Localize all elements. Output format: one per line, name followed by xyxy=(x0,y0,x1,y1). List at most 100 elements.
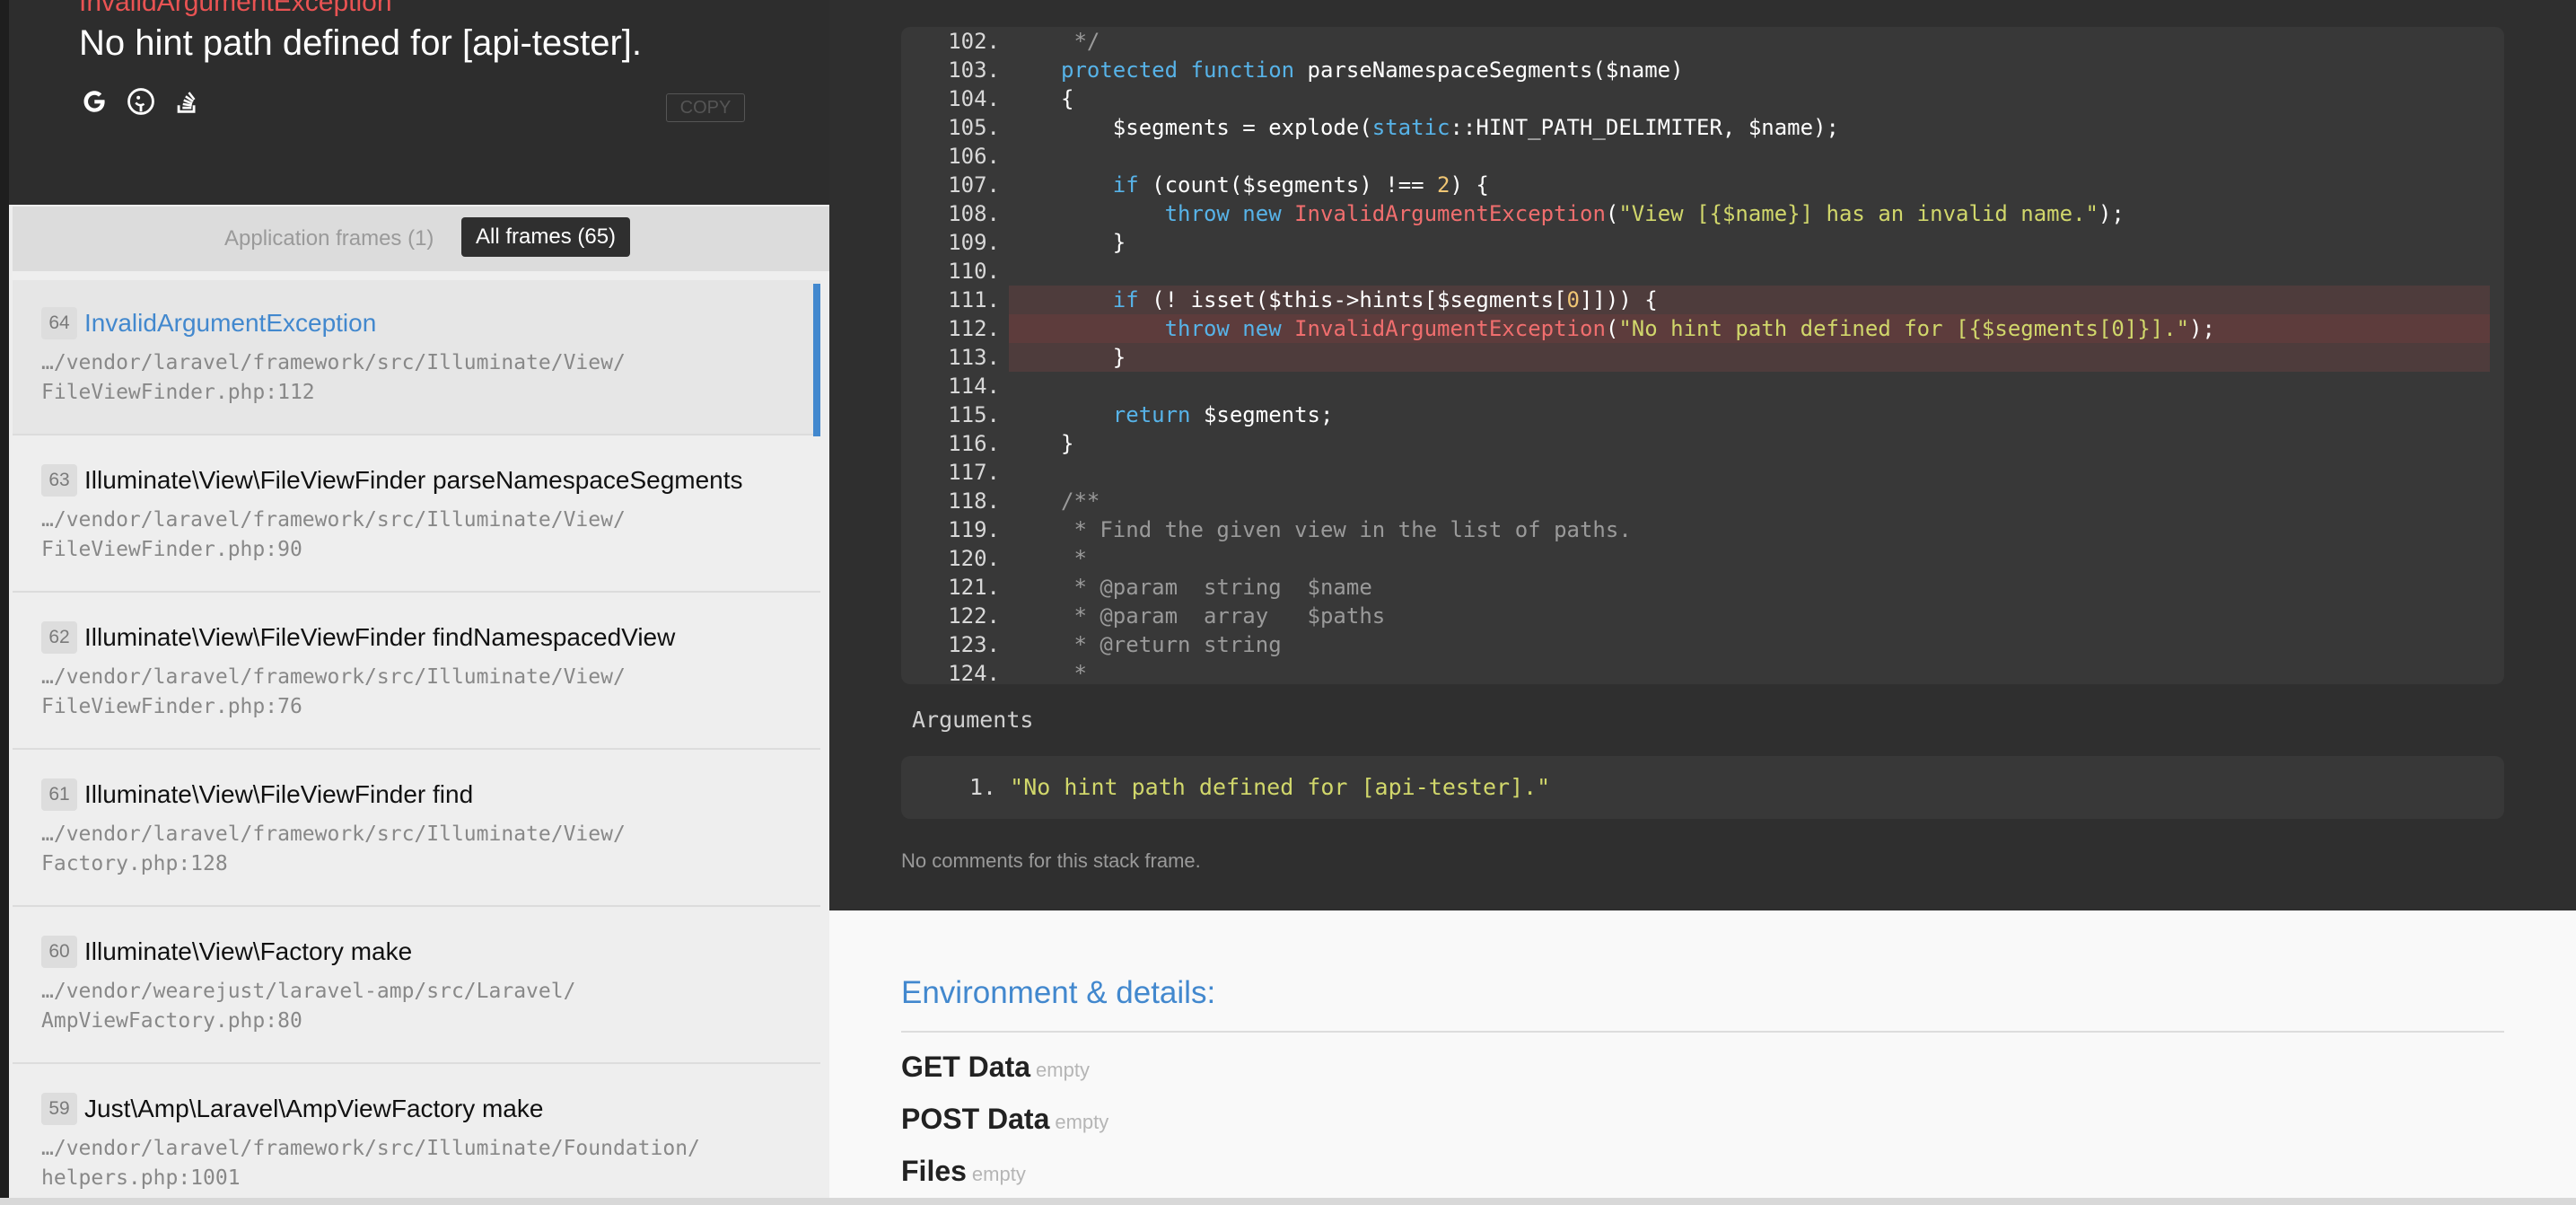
env-row-key: GET Data xyxy=(901,1051,1031,1083)
frame-item[interactable]: 59 Just\Amp\Laravel\AmpViewFactory make … xyxy=(13,1066,820,1205)
frame-index: 61 xyxy=(41,778,77,811)
line-number: 114. xyxy=(948,374,1000,399)
line-code: * @return string xyxy=(1061,632,1282,657)
code-line: 120. * xyxy=(901,544,2504,573)
frame-path: …/vendor/laravel/framework/src/Illuminat… xyxy=(41,822,626,875)
line-code: /** xyxy=(1061,488,1100,514)
frame-index: 64 xyxy=(41,307,77,339)
exception-header: InvalidArgumentException No hint path de… xyxy=(0,0,829,205)
frame-item[interactable]: 60 Illuminate\View\Factory make …/vendor… xyxy=(13,909,820,1064)
line-number: 120. xyxy=(948,546,1000,571)
env-row-key: Files xyxy=(901,1155,967,1187)
code-line: 111. if (! isset($this->hints[$segments[… xyxy=(948,286,2490,314)
line-code: } xyxy=(1061,431,1074,456)
line-number: 112. xyxy=(948,316,1000,341)
line-number: 123. xyxy=(948,632,1000,657)
line-number: 105. xyxy=(948,115,1000,140)
frame-index: 60 xyxy=(41,936,77,968)
env-row-value: empty xyxy=(971,1163,1026,1185)
line-number: 111. xyxy=(948,287,1000,312)
frame-path: …/vendor/laravel/framework/src/Illuminat… xyxy=(41,665,626,718)
code-line: 117. xyxy=(901,458,2504,487)
line-number: 122. xyxy=(948,603,1000,629)
code-line: 106. xyxy=(901,142,2504,171)
frame-index: 62 xyxy=(41,621,77,654)
frame-title: Illuminate\View\FileViewFinder findNames… xyxy=(84,623,676,651)
env-row-value: empty xyxy=(1036,1059,1090,1081)
frame-title: InvalidArgumentException xyxy=(84,309,377,337)
code-line: 119. * Find the given view in the list o… xyxy=(901,515,2504,544)
code-line: 115. return $segments; xyxy=(901,400,2504,429)
frames-panel: InvalidArgumentException No hint path de… xyxy=(0,0,829,1205)
line-number: 108. xyxy=(948,201,1000,226)
exception-message: No hint path defined for [api-tester]. xyxy=(79,23,643,63)
code-line: 105. $segments = explode(static::HINT_PA… xyxy=(901,113,2504,142)
environment-panel xyxy=(829,910,2576,1198)
code-line: 124. * xyxy=(901,659,2504,684)
line-number: 116. xyxy=(948,431,1000,456)
frame-path: …/vendor/laravel/framework/src/Illuminat… xyxy=(41,1137,700,1190)
code-line: 112. throw new InvalidArgumentException(… xyxy=(948,314,2490,343)
google-icon[interactable] xyxy=(79,86,110,117)
frame-title: Just\Amp\Laravel\AmpViewFactory make xyxy=(84,1095,544,1122)
frame-item[interactable]: 64 InvalidArgumentException …/vendor/lar… xyxy=(13,280,820,436)
duckduckgo-icon[interactable] xyxy=(126,86,156,117)
line-number: 118. xyxy=(948,488,1000,514)
frame-item[interactable]: 61 Illuminate\View\FileViewFinder find …… xyxy=(13,752,820,907)
frame-title: Illuminate\View\Factory make xyxy=(84,937,413,965)
line-code: } xyxy=(1061,230,1126,255)
line-number: 104. xyxy=(948,86,1000,111)
frame-path: …/vendor/laravel/framework/src/Illuminat… xyxy=(41,351,626,404)
frame-title: Illuminate\View\FileViewFinder parseName… xyxy=(84,466,743,494)
line-code: $segments = explode(static::HINT_PATH_DE… xyxy=(1061,115,1839,140)
left-edge-strip xyxy=(0,0,9,1205)
frame-path: …/vendor/wearejust/laravel-amp/src/Larav… xyxy=(41,980,576,1033)
code-line: 103. protected function parseNamespaceSeg… xyxy=(901,56,2504,84)
line-number: 106. xyxy=(948,144,1000,169)
argument-item: 1. "No hint path defined for [api-tester… xyxy=(969,772,1550,803)
all-frames-tab[interactable]: All frames (65) xyxy=(461,217,631,257)
line-number: 109. xyxy=(948,230,1000,255)
frame-item[interactable]: 63 Illuminate\View\FileViewFinder parseN… xyxy=(13,437,820,593)
frame-path: …/vendor/laravel/framework/src/Illuminat… xyxy=(41,508,626,561)
line-code: return $segments; xyxy=(1112,402,1334,427)
code-line: 122. * @param array $paths xyxy=(901,602,2504,630)
line-code: if (! isset($this->hints[$segments[0]]))… xyxy=(1112,287,1658,312)
line-code: * xyxy=(1061,546,1087,571)
line-number: 117. xyxy=(948,460,1000,485)
line-code: { xyxy=(1061,86,1074,111)
env-row-files: Files empty xyxy=(901,1155,1026,1188)
code-line: 108. throw new InvalidArgumentException(… xyxy=(901,199,2504,228)
line-number: 124. xyxy=(948,661,1000,684)
code-line: 116.} xyxy=(901,429,2504,458)
window-bottom-edge xyxy=(0,1198,2576,1205)
line-number: 115. xyxy=(948,402,1000,427)
line-code: * @param array $paths xyxy=(1061,603,1386,629)
arguments-label: Arguments xyxy=(912,707,1034,733)
frame-filter-bar: Application frames (1) All frames (65) xyxy=(13,207,829,271)
application-frames-tab[interactable]: Application frames (1) xyxy=(224,223,434,255)
code-line: 114. xyxy=(901,372,2504,400)
copy-button[interactable]: COPY xyxy=(666,93,745,122)
line-code: throw new InvalidArgumentException("View… xyxy=(1164,201,2125,226)
code-line: 104. { xyxy=(901,84,2504,113)
line-number: 121. xyxy=(948,575,1000,600)
line-code: throw new InvalidArgumentException("No h… xyxy=(1164,316,2216,341)
line-code: * xyxy=(1061,661,1087,684)
line-number: 119. xyxy=(948,517,1000,542)
line-code: */ xyxy=(1061,29,1100,54)
line-code: protected function parseNamespaceSegment… xyxy=(1061,57,1684,83)
line-code: * Find the given view in the list of pat… xyxy=(1061,517,1632,542)
stackoverflow-icon[interactable] xyxy=(172,86,203,117)
code-viewer: 102. */103. protected function parseNames… xyxy=(901,27,2504,684)
env-row-post: POST Data empty xyxy=(901,1103,1108,1136)
code-line: 118. /** xyxy=(901,487,2504,515)
line-number: 103. xyxy=(948,57,1000,83)
frame-title: Illuminate\View\FileViewFinder find xyxy=(84,780,474,808)
frame-index: 63 xyxy=(41,464,77,497)
code-line: 113. } xyxy=(948,343,2490,372)
line-code: if (count($segments) !== 2) { xyxy=(1112,172,1489,198)
environment-title: Environment & details: xyxy=(901,975,1216,1010)
line-number: 110. xyxy=(948,259,1000,284)
frame-item[interactable]: 62 Illuminate\View\FileViewFinder findNa… xyxy=(13,594,820,750)
